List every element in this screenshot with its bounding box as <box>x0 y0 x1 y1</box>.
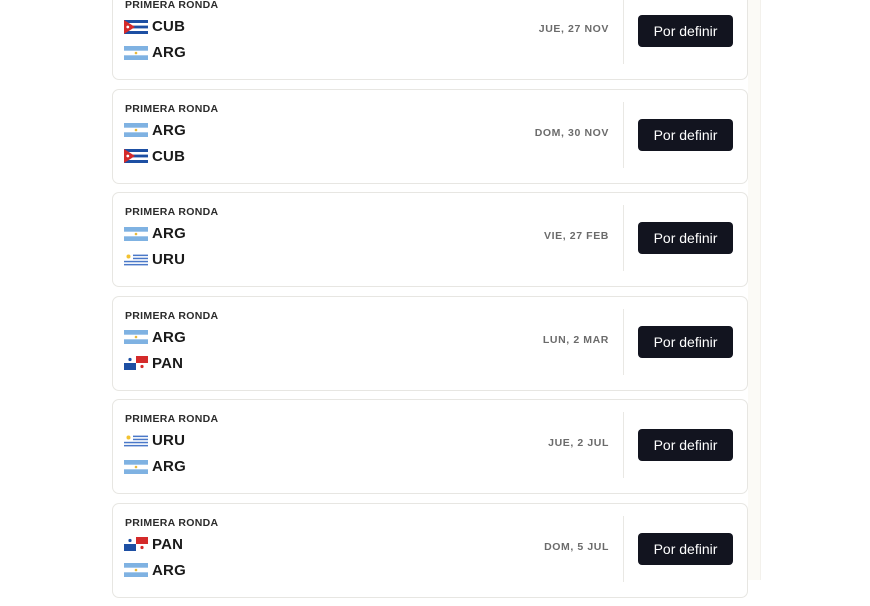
uruguay-flag-icon <box>124 433 148 448</box>
round-label: PRIMERA RONDA <box>125 413 219 425</box>
match-card[interactable]: PRIMERA RONDA CUB ARG JUE, 27 NOV Por de… <box>112 0 748 80</box>
home-team: ARG <box>124 122 186 139</box>
panama-flag-icon <box>124 537 148 551</box>
home-team: ARG <box>124 329 186 346</box>
team-code: ARG <box>152 44 186 61</box>
team-code: ARG <box>152 458 186 475</box>
home-team: ARG <box>124 225 186 242</box>
match-card[interactable]: PRIMERA RONDA ARG URU VIE, 27 FEB Por de… <box>112 192 748 287</box>
argentina-flag-icon <box>124 123 148 137</box>
match-card[interactable]: PRIMERA RONDA ARG PAN LUN, 2 MAR Por def… <box>112 295 748 391</box>
cuba-flag-icon <box>124 19 148 34</box>
team-code: ARG <box>152 328 186 346</box>
round-label: PRIMERA RONDA <box>125 206 219 218</box>
away-team: CUB <box>124 148 185 165</box>
away-team: ARG <box>124 44 186 61</box>
argentina-flag-icon <box>124 45 148 60</box>
home-team: CUB <box>124 18 185 35</box>
argentina-flag-icon <box>124 459 148 474</box>
match-card[interactable]: PRIMERA RONDA ARG CUB DOM, 30 NOV Por de… <box>112 88 748 184</box>
page-side-rail <box>748 0 760 580</box>
team-code: CUB <box>152 147 186 165</box>
round-label: PRIMERA RONDA <box>125 516 219 529</box>
divider <box>623 101 624 168</box>
por-definir-button[interactable]: Por definir <box>638 118 733 151</box>
away-team: ARG <box>124 562 186 579</box>
panama-flag-icon <box>124 356 148 370</box>
por-definir-button[interactable]: Por definir <box>638 429 733 461</box>
por-definir-button[interactable]: Por definir <box>638 532 733 565</box>
round-label: PRIMERA RONDA <box>125 102 219 115</box>
match-date: JUE, 2 JUL <box>548 437 609 449</box>
argentina-flag-icon <box>124 226 148 241</box>
team-code: PAN <box>152 535 184 553</box>
divider <box>623 0 624 64</box>
team-code: URU <box>152 251 186 268</box>
divider <box>623 515 624 582</box>
match-date: LUN, 2 MAR <box>542 333 609 346</box>
match-date: DOM, 30 NOV <box>534 126 609 139</box>
match-date: DOM, 5 JUL <box>544 540 609 553</box>
away-team: ARG <box>124 458 186 475</box>
home-team: URU <box>124 432 185 449</box>
uruguay-flag-icon <box>124 252 148 267</box>
team-code: CUB <box>152 18 186 35</box>
team-code: ARG <box>152 225 186 242</box>
por-definir-button[interactable]: Por definir <box>638 15 733 47</box>
match-date: JUE, 27 NOV <box>538 23 609 35</box>
por-definir-button[interactable]: Por definir <box>638 325 733 358</box>
team-code: ARG <box>152 121 186 139</box>
match-card[interactable]: PRIMERA RONDA PAN ARG DOM, 5 JUL Por def… <box>112 502 748 598</box>
team-code: ARG <box>152 561 186 579</box>
away-team: PAN <box>124 355 183 372</box>
right-blank-pane <box>760 0 870 580</box>
divider <box>623 205 624 271</box>
divider <box>623 308 624 375</box>
team-code: URU <box>152 432 186 449</box>
round-label: PRIMERA RONDA <box>125 0 219 11</box>
por-definir-button[interactable]: Por definir <box>638 222 733 254</box>
argentina-flag-icon <box>124 330 148 344</box>
argentina-flag-icon <box>124 563 148 577</box>
divider <box>623 412 624 478</box>
team-code: PAN <box>152 354 184 372</box>
home-team: PAN <box>124 536 183 553</box>
match-date: VIE, 27 FEB <box>544 230 609 242</box>
round-label: PRIMERA RONDA <box>125 309 219 322</box>
match-card[interactable]: PRIMERA RONDA URU ARG JUE, 2 JUL Por def… <box>112 399 748 494</box>
match-list: PRIMERA RONDA CUB ARG JUE, 27 NOV Por de… <box>112 0 748 606</box>
cuba-flag-icon <box>124 149 148 163</box>
away-team: URU <box>124 251 185 268</box>
